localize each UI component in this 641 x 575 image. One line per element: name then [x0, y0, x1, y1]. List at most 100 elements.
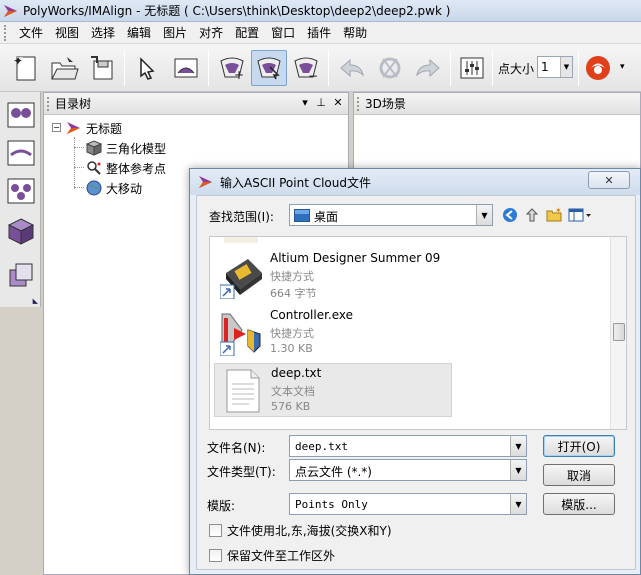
remove-align-icon[interactable]: −: [288, 50, 324, 86]
main-toolbar: ✦ + − 点大小 1 ▼ ▾: [0, 44, 641, 92]
select-pointer-icon[interactable]: [130, 50, 166, 86]
menu-help[interactable]: 帮助: [337, 23, 373, 43]
open-button[interactable]: 打开(O): [543, 435, 615, 457]
up-folder-icon[interactable]: [523, 206, 541, 224]
settings-sliders-icon[interactable]: [454, 50, 490, 86]
undo-icon[interactable]: [334, 50, 370, 86]
checkbox-box[interactable]: [209, 549, 222, 562]
file-list[interactable]: Altium Designer Summer 09 快捷方式 664 字节 Co…: [209, 236, 627, 430]
file-name: deep.txt: [271, 366, 322, 380]
view-menu-icon[interactable]: [567, 206, 593, 224]
panel-grip: [47, 96, 51, 111]
menu-view[interactable]: 视图: [49, 23, 85, 43]
template-combo[interactable]: Points Only ▼: [289, 493, 527, 515]
menu-align[interactable]: 对齐: [193, 23, 229, 43]
point-size-combo[interactable]: 1 ▼: [537, 56, 573, 78]
dialog-body: 查找范围(I): 桌面 ▼ ✶ Altium Designer Summer 0…: [196, 195, 636, 570]
cancel-button[interactable]: 取消: [543, 464, 615, 486]
chevron-down-icon[interactable]: ▼: [560, 57, 572, 77]
add-to-tree-icon[interactable]: +: [214, 50, 250, 86]
file-list-scrollbar[interactable]: [610, 237, 626, 429]
neh-checkbox[interactable]: 文件使用北,东,海拔(交换X和Y): [209, 522, 392, 539]
toolbar-expand-icon[interactable]: ◣: [33, 297, 38, 305]
tree-panel-header: 目录树 ▾ ⊥ ✕: [44, 93, 348, 115]
menu-plugins[interactable]: 插件: [301, 23, 337, 43]
polyworks-logo-icon[interactable]: [580, 50, 616, 86]
file-item-controller[interactable]: Controller.exe 快捷方式 1.30 KB: [214, 306, 452, 360]
file-size: 1.30 KB: [270, 342, 313, 355]
file-item-altium[interactable]: Altium Designer Summer 09 快捷方式 664 字节: [214, 249, 452, 303]
chevron-down-icon[interactable]: ▼: [510, 436, 526, 456]
panel-menu-icon[interactable]: ▾: [298, 96, 312, 109]
desktop-icon: [294, 209, 310, 222]
template-value: Points Only: [295, 498, 368, 511]
tree-item-label: 整体参考点: [106, 161, 167, 176]
new-folder-icon[interactable]: ✶: [545, 206, 563, 224]
menu-edit[interactable]: 编辑: [121, 23, 157, 43]
file-name-value: deep.txt: [295, 440, 348, 453]
dialog-title: 输入ASCII Point Cloud文件: [220, 175, 371, 190]
tree-root[interactable]: 无标题: [66, 119, 122, 137]
scrollbar-thumb[interactable]: [613, 323, 625, 341]
template-button[interactable]: 模版...: [543, 493, 615, 515]
two-scan-icon[interactable]: [4, 136, 38, 170]
file-type-value: 点云文件 (*.*): [295, 465, 372, 479]
back-icon[interactable]: [501, 206, 519, 224]
cube-icon: [86, 140, 102, 156]
refresh-icon[interactable]: [372, 50, 408, 86]
close-icon[interactable]: ✕: [331, 96, 345, 109]
menu-grip[interactable]: [4, 24, 10, 41]
file-size: 576 KB: [271, 400, 311, 413]
align-icon[interactable]: [251, 50, 287, 86]
controller-shortcut-icon: [220, 313, 261, 356]
menu-select[interactable]: 选择: [85, 23, 121, 43]
file-item-deep-txt[interactable]: deep.txt 文本文档 576 KB: [214, 363, 452, 417]
cube-points-icon[interactable]: [4, 214, 38, 248]
tree-root-label: 无标题: [86, 121, 123, 136]
partial-file-item: [214, 237, 452, 247]
globe-icon: [86, 180, 102, 196]
file-name-label: 文件名(N):: [207, 441, 266, 455]
menu-image[interactable]: 图片: [157, 23, 193, 43]
close-icon: ✕: [604, 173, 614, 187]
open-project-icon[interactable]: [46, 50, 82, 86]
menu-window[interactable]: 窗口: [265, 23, 301, 43]
file-type-combo[interactable]: 点云文件 (*.*) ▼: [289, 459, 527, 481]
pin-icon[interactable]: ⊥: [314, 96, 328, 109]
save-project-icon[interactable]: [84, 50, 120, 86]
file-type: 快捷方式: [270, 270, 314, 283]
menu-config[interactable]: 配置: [229, 23, 265, 43]
new-project-icon[interactable]: ✦: [8, 50, 44, 86]
chevron-down-icon[interactable]: ▼: [476, 205, 492, 225]
toolbar-overflow-icon[interactable]: ▾: [620, 62, 625, 72]
file-name-field[interactable]: deep.txt ▼: [289, 435, 527, 457]
tree-item-reference-points[interactable]: 整体参考点: [86, 159, 166, 177]
tree-item-triangulated-model[interactable]: 三角化模型: [86, 139, 166, 157]
menu-file[interactable]: 文件: [13, 23, 49, 43]
tree-expander[interactable]: −: [52, 123, 61, 132]
svg-text:+: +: [234, 68, 244, 82]
view-mode-icon[interactable]: [168, 50, 204, 86]
file-name: Controller.exe: [270, 308, 354, 322]
keep-outside-checkbox[interactable]: 保留文件至工作区外: [209, 547, 335, 564]
scene-panel-title: 3D场景: [365, 97, 406, 111]
look-in-value: 桌面: [314, 210, 339, 224]
chevron-down-icon[interactable]: ▼: [510, 460, 526, 480]
chevron-down-icon[interactable]: ▼: [510, 494, 526, 514]
look-in-combo[interactable]: 桌面 ▼: [289, 204, 493, 226]
polyworks-project-icon: [67, 122, 80, 134]
multi-scan-icon[interactable]: [4, 174, 38, 208]
tree-item-label: 三角化模型: [106, 141, 167, 156]
scanner-view-icon[interactable]: [4, 98, 38, 132]
layers-icon[interactable]: [4, 258, 38, 292]
checkbox-box[interactable]: [209, 524, 222, 537]
look-in-label: 查找范围(I):: [209, 210, 274, 224]
svg-text:−: −: [308, 69, 318, 83]
tree-panel-title: 目录树: [55, 97, 92, 111]
dialog-title-bar[interactable]: 输入ASCII Point Cloud文件 ✕: [190, 169, 640, 195]
title-bar: PolyWorks/IMAlign - 无标题 ( C:\Users\think…: [0, 0, 641, 22]
tree-item-big-move[interactable]: 大移动: [86, 179, 142, 197]
dialog-close-button[interactable]: ✕: [588, 171, 630, 189]
redo-icon[interactable]: [410, 50, 446, 86]
tree-item-label: 大移动: [106, 181, 143, 196]
